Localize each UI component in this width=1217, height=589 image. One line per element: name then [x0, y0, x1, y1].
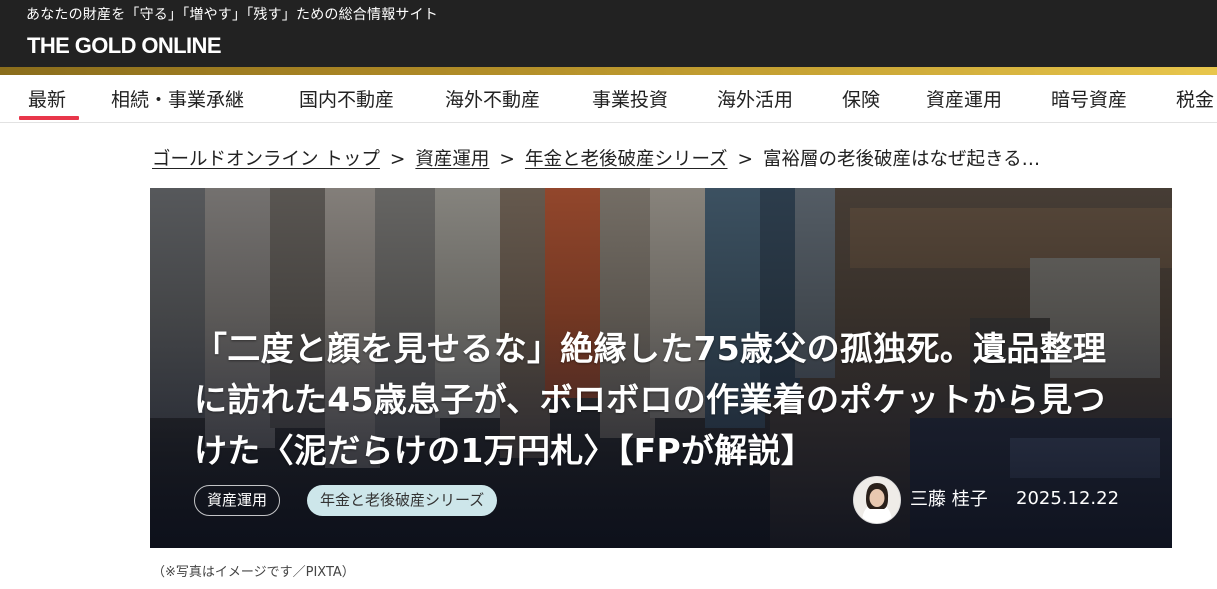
breadcrumb-link-series[interactable]: 年金と老後破産シリーズ — [525, 149, 728, 170]
breadcrumb: ゴールドオンライン トップ > 資産運用 > 年金と老後破産シリーズ > 富裕層の老後破産は… — [152, 145, 1040, 171]
nav-item-latest[interactable]: 最新 — [28, 85, 66, 112]
site-tagline: あなたの財産を「守る」「増やす」「残す」ための総合情報サイト — [26, 7, 438, 23]
nav-item-overseas-use[interactable]: 海外活用 — [717, 85, 793, 112]
nav-item-asset-management[interactable]: 資産運用 — [926, 85, 1002, 112]
article-hero: 「二度と顔を見せるな」絶縁した75歳父の孤独死。遺品整理に訪れた45歳息子が、ボ… — [150, 188, 1172, 548]
breadcrumb-separator: > — [737, 149, 754, 170]
publish-date: 2025.12.22 — [1016, 488, 1120, 509]
author-name[interactable]: 三藤 桂子 — [910, 485, 988, 511]
breadcrumb-separator: > — [499, 149, 515, 170]
nav-item-domestic-realestate[interactable]: 国内不動産 — [299, 85, 394, 112]
site-header: あなたの財産を「守る」「増やす」「残す」ための総合情報サイト THE GOLD … — [0, 0, 1217, 67]
article-title: 「二度と顔を見せるな」絶縁した75歳父の孤独死。遺品整理に訪れた45歳息子が、ボ… — [194, 329, 1107, 470]
breadcrumb-current: 富裕層の老後破産はなぜ起きる… — [763, 149, 1041, 170]
nav-item-inheritance[interactable]: 相続・事業承継 — [111, 85, 244, 112]
breadcrumb-link-asset[interactable]: 資産運用 — [415, 149, 489, 170]
author-avatar[interactable] — [853, 476, 901, 524]
tag-series[interactable]: 年金と老後破産シリーズ — [307, 485, 498, 516]
nav-item-overseas-realestate[interactable]: 海外不動産 — [445, 85, 540, 112]
nav-active-indicator — [19, 116, 79, 120]
nav-item-insurance[interactable]: 保険 — [842, 85, 880, 112]
gold-divider — [0, 67, 1217, 75]
site-logo[interactable]: THE GOLD ONLINE — [27, 33, 221, 59]
breadcrumb-link-top[interactable]: ゴールドオンライン トップ — [152, 149, 380, 170]
nav-item-crypto[interactable]: 暗号資産 — [1051, 85, 1127, 112]
breadcrumb-separator: > — [389, 149, 406, 170]
image-caption: （※写真はイメージです／PIXTA） — [152, 565, 355, 580]
category-nav: 最新 相続・事業承継 国内不動産 海外不動産 事業投資 海外活用 保険 資産運用… — [0, 75, 1217, 123]
tag-asset-management[interactable]: 資産運用 — [194, 485, 281, 516]
nav-item-business-investment[interactable]: 事業投資 — [592, 85, 668, 112]
nav-item-tax[interactable]: 税金 — [1176, 85, 1214, 112]
